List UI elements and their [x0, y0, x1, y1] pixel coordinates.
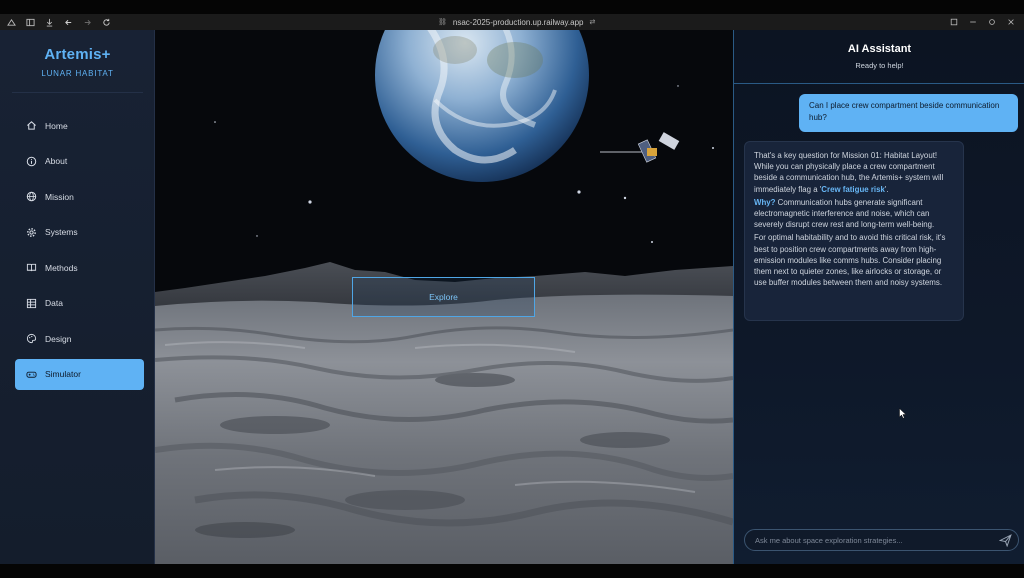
sidebar-item-label: About: [45, 156, 68, 166]
user-message: Can I place crew compartment beside comm…: [799, 94, 1018, 132]
sidebar-item-methods[interactable]: Methods: [15, 252, 144, 283]
sidebar-item-label: Design: [45, 333, 72, 344]
sidebar-item-label: Home: [45, 120, 68, 131]
assistant-paragraph-3: For optimal habitability and to avoid th…: [754, 233, 946, 288]
assistant-message: That's a key question for Mission 01: Ha…: [744, 141, 964, 321]
sidebar-item-data[interactable]: Data: [15, 288, 144, 319]
forward-icon[interactable]: [78, 14, 97, 30]
assistant-title: AI Assistant: [847, 43, 912, 55]
info-icon: [26, 156, 37, 166]
sidebar-item-simulator[interactable]: Simulator: [15, 358, 144, 390]
minimize-icon[interactable]: [963, 14, 982, 30]
assistant-paragraph-2: Why? Communication hubs generate signifi…: [754, 197, 954, 231]
assistant-header: AI Assistant Ready to help!: [734, 30, 1024, 84]
table-icon: [26, 298, 37, 308]
sidebar-item-systems[interactable]: Systems: [15, 217, 144, 248]
assistant-paragraph-1: That's a key question for Mission 01: Ha…: [754, 150, 954, 195]
reload-icon[interactable]: [97, 14, 116, 30]
gear-icon: [27, 227, 36, 237]
home-icon: [27, 121, 36, 130]
gamepad-icon: [26, 371, 37, 378]
close-icon[interactable]: [1001, 14, 1020, 30]
window-top-edge: [0, 0, 1024, 14]
assistant-panel: AI Assistant Ready to help! Can I place …: [733, 30, 1024, 564]
mouse-cursor-icon: [899, 408, 907, 419]
palette-icon: [26, 333, 37, 344]
sidebar-item-about[interactable]: About: [15, 146, 144, 177]
assistant-text: Communication hubs generate significant …: [754, 197, 935, 230]
sidebar-nav: Home About Mission Systems Methods Data: [15, 110, 144, 394]
url-text: nsac-2025-production.up.railway.app: [452, 17, 584, 27]
download-icon[interactable]: [40, 14, 59, 30]
brand-divider: [12, 92, 143, 93]
app-window: Artemis+ LUNAR HABITAT Home About Missio…: [0, 30, 1024, 564]
chat-input-box[interactable]: [744, 529, 1019, 551]
risk-highlight: Crew fatigue risk: [821, 184, 885, 194]
sidebar-item-home[interactable]: Home: [15, 110, 144, 141]
sidebar-toggle-icon[interactable]: [21, 14, 40, 30]
sidebar-item-label: Mission: [45, 191, 74, 202]
sidebar-item-label: Data: [45, 298, 63, 308]
browser-toolbar: ⛓ nsac-2025-production.up.railway.app ⇄: [0, 14, 1024, 30]
sidebar: Artemis+ LUNAR HABITAT Home About Missio…: [0, 30, 155, 564]
assistant-status: Ready to help!: [855, 61, 904, 70]
sidebar-item-mission[interactable]: Mission: [15, 181, 144, 212]
brand: Artemis+ LUNAR HABITAT: [0, 46, 155, 78]
extensions-icon[interactable]: [2, 14, 21, 30]
brand-subtitle: LUNAR HABITAT: [41, 69, 114, 78]
address-bar[interactable]: ⛓ nsac-2025-production.up.railway.app ⇄: [438, 14, 595, 30]
chat-input[interactable]: [755, 535, 985, 545]
send-icon[interactable]: [999, 534, 1012, 547]
tab-switch-icon[interactable]: [944, 14, 963, 30]
sidebar-item-label: Systems: [45, 227, 78, 237]
maximize-icon[interactable]: [982, 14, 1001, 30]
explore-button[interactable]: Explore: [352, 277, 535, 317]
share-icon[interactable]: ⇄: [590, 18, 596, 26]
site-info-icon[interactable]: ⛓: [438, 18, 447, 26]
why-label: Why?: [754, 197, 776, 207]
book-icon: [26, 263, 37, 272]
assistant-text: '.: [884, 184, 889, 194]
window-bottom-edge: [0, 564, 1024, 578]
sidebar-item-label: Simulator: [45, 369, 81, 379]
sidebar-item-design[interactable]: Design: [15, 323, 144, 354]
back-icon[interactable]: [59, 14, 78, 30]
brand-title: Artemis+: [44, 46, 111, 63]
sidebar-item-label: Methods: [45, 262, 78, 273]
globe-icon: [26, 191, 37, 202]
simulator-viewport[interactable]: Explore: [155, 30, 733, 564]
